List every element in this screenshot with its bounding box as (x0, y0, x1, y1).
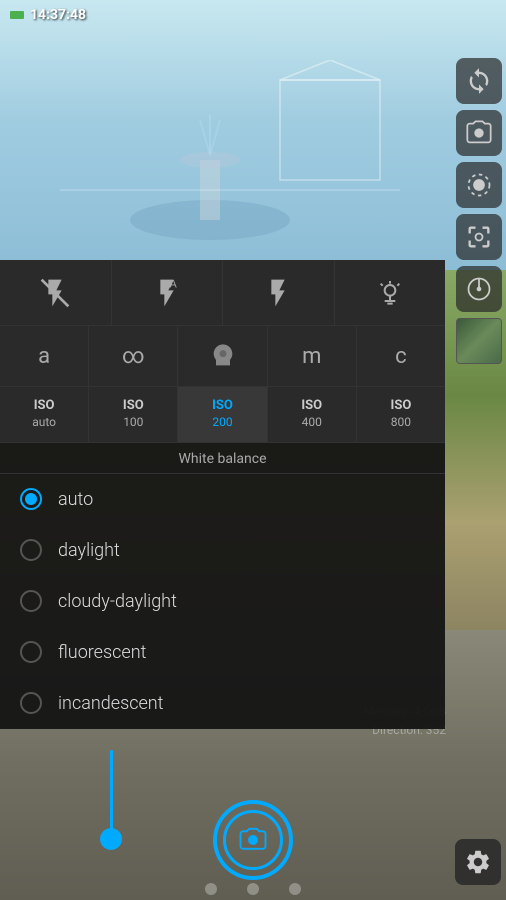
flash-off-button[interactable] (0, 260, 112, 325)
wb-cloudy-item[interactable]: cloudy-daylight (0, 576, 445, 627)
wb-auto-radio (20, 488, 42, 510)
timer-icon (465, 275, 493, 303)
thumbnail-button[interactable] (456, 318, 502, 364)
wb-incandescent-label: incandescent (58, 693, 163, 714)
hdr-icon (465, 171, 493, 199)
camera-shutter-icon (238, 825, 268, 855)
wb-incandescent-radio (20, 692, 42, 714)
focus-mode-row: a ∞ m c (0, 326, 445, 387)
wb-fluorescent-item[interactable]: fluorescent (0, 627, 445, 678)
focus-icon (465, 223, 493, 251)
wb-cloudy-radio (20, 590, 42, 612)
camera-video-icon (465, 119, 493, 147)
camera-switch-icon (465, 67, 493, 95)
time-display: 14:37:48 (30, 7, 86, 23)
battery-indicator (10, 11, 24, 19)
white-balance-section: White balance auto daylight cloudy-dayli… (0, 443, 445, 729)
iso-800-label: ISO (391, 398, 412, 415)
mode-continuous-button[interactable]: c (357, 326, 445, 386)
iso-200-button[interactable]: ISO 200 (178, 387, 267, 442)
wb-auto-radio-inner (25, 493, 37, 505)
shutter-button[interactable] (213, 800, 293, 880)
iso-800-value: 800 (391, 415, 411, 431)
slider-control[interactable] (100, 750, 122, 850)
white-balance-title: White balance (0, 443, 445, 474)
mode-manual-label: m (302, 344, 321, 369)
mode-continuous-label: c (395, 344, 407, 369)
hdr-button[interactable] (456, 162, 502, 208)
iso-100-label: ISO (123, 398, 144, 415)
white-balance-list: auto daylight cloudy-daylight fluorescen… (0, 474, 445, 729)
camera-controls-panel: A a ∞ (0, 260, 445, 729)
mode-manual-button[interactable]: m (268, 326, 357, 386)
mode-macro-button[interactable] (178, 326, 267, 386)
settings-button[interactable] (455, 839, 501, 885)
svg-text:A: A (169, 278, 177, 290)
torch-button[interactable] (335, 260, 446, 325)
shutter-inner (223, 810, 283, 870)
photo-video-button[interactable] (456, 110, 502, 156)
slider-track (110, 750, 113, 830)
iso-200-label: ISO (212, 398, 233, 415)
flash-off-icon (39, 277, 71, 309)
iso-200-value: 200 (212, 415, 232, 431)
flash-auto-button[interactable]: A (112, 260, 224, 325)
flash-row: A (0, 260, 445, 326)
mode-infinity-label: ∞ (122, 344, 145, 369)
wb-daylight-radio (20, 539, 42, 561)
wb-daylight-item[interactable]: daylight (0, 525, 445, 576)
wb-fluorescent-label: fluorescent (58, 642, 146, 663)
iso-auto-label: ISO (34, 398, 55, 415)
nav-dots (205, 883, 301, 895)
right-controls (451, 50, 506, 372)
switch-camera-button[interactable] (456, 58, 502, 104)
torch-icon (374, 277, 406, 309)
scene-decoration (60, 60, 400, 280)
iso-row: ISO auto ISO 100 ISO 200 ISO 400 ISO 800 (0, 387, 445, 443)
iso-800-button[interactable]: ISO 800 (357, 387, 445, 442)
nav-dot-3 (289, 883, 301, 895)
flash-auto-icon: A (151, 277, 183, 309)
mode-auto-label: a (38, 344, 50, 369)
iso-400-button[interactable]: ISO 400 (268, 387, 357, 442)
iso-auto-button[interactable]: ISO auto (0, 387, 89, 442)
iso-400-value: 400 (302, 415, 322, 431)
nav-dot-2 (247, 883, 259, 895)
wb-auto-label: auto (58, 489, 93, 510)
nav-dot-1 (205, 883, 217, 895)
wb-incandescent-item[interactable]: incandescent (0, 678, 445, 729)
flash-on-button[interactable] (223, 260, 335, 325)
mode-auto-button[interactable]: a (0, 326, 89, 386)
timer-button[interactable] (456, 266, 502, 312)
macro-icon (209, 342, 237, 370)
iso-400-label: ISO (301, 398, 322, 415)
wb-daylight-label: daylight (58, 540, 120, 561)
wb-auto-item[interactable]: auto (0, 474, 445, 525)
flash-on-icon (262, 277, 294, 309)
iso-100-button[interactable]: ISO 100 (89, 387, 178, 442)
focus-button[interactable] (456, 214, 502, 260)
status-bar: 14:37:48 (0, 0, 506, 30)
slider-thumb[interactable] (100, 828, 122, 850)
iso-100-value: 100 (123, 415, 143, 431)
iso-auto-value: auto (32, 415, 56, 431)
settings-gear-icon (464, 848, 492, 876)
mode-infinity-button[interactable]: ∞ (89, 326, 178, 386)
wb-fluorescent-radio (20, 641, 42, 663)
wb-cloudy-label: cloudy-daylight (58, 591, 177, 612)
